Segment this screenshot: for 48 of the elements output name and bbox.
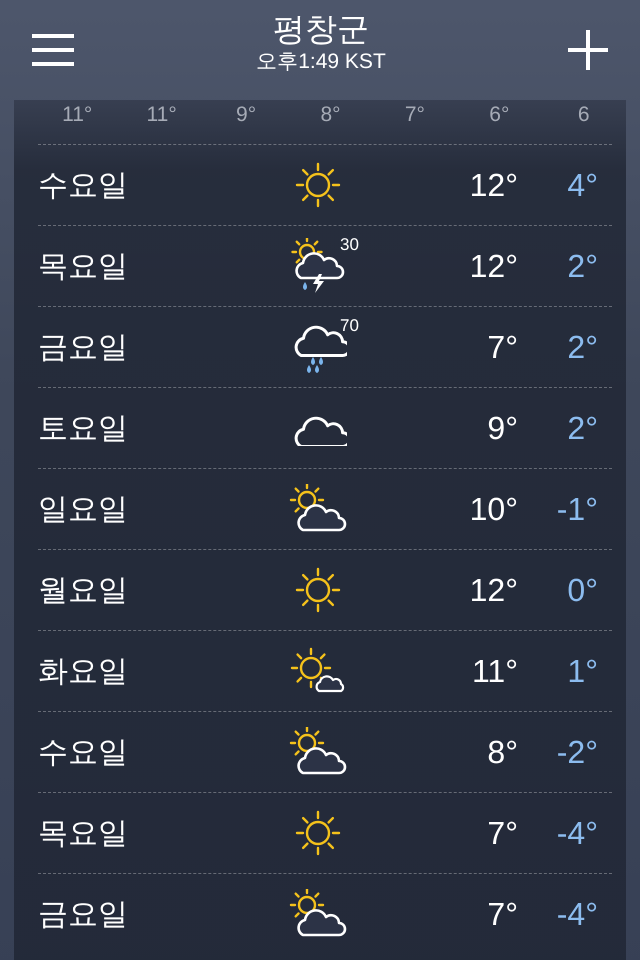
local-time: 오후1:49 KST: [256, 49, 386, 75]
menu-icon: [32, 33, 74, 67]
high-temperature: 7°: [486, 896, 518, 932]
low-temperature: -1°: [556, 490, 598, 528]
hourly-temperature: 11°: [61, 103, 94, 127]
day-name: 일요일: [38, 490, 129, 528]
high-temperature: 9°: [486, 410, 518, 446]
day-name: 금요일: [38, 328, 129, 366]
low-temperature: 2°: [566, 248, 598, 284]
high-temperature: 12°: [468, 166, 518, 204]
hourly-temperature: 8°: [319, 103, 342, 127]
sun-cloud-icon: [289, 727, 347, 777]
day-name: 금요일: [38, 896, 129, 934]
day-name: 화요일: [38, 652, 129, 690]
low-temperature: -2°: [556, 734, 598, 770]
day-name: 토요일: [38, 410, 129, 448]
hourly-temperature: 9°: [235, 103, 258, 127]
high-temperature: 12°: [468, 248, 518, 284]
high-temperature: 7°: [486, 328, 518, 366]
hourly-temperature: 7°: [404, 103, 426, 127]
hourly-temperature: 6°: [488, 103, 510, 127]
precipitation-chance: 70: [340, 316, 359, 336]
menu-button[interactable]: [32, 33, 74, 67]
high-temperature: 12°: [468, 572, 518, 608]
day-name: 월요일: [38, 572, 129, 610]
day-name: 수요일: [38, 734, 129, 772]
low-temperature: -4°: [556, 814, 598, 852]
low-temperature: -4°: [556, 896, 598, 932]
precipitation-chance: 30: [340, 235, 359, 255]
low-temperature: 4°: [566, 166, 598, 204]
day-name: 목요일: [38, 814, 129, 852]
low-temperature: 0°: [566, 572, 598, 608]
high-temperature: 10°: [468, 490, 518, 528]
hourly-temperature: 11°: [146, 103, 178, 127]
low-temperature: 2°: [566, 410, 598, 446]
low-temperature: 1°: [566, 652, 598, 690]
city-name: 평창군: [273, 9, 369, 49]
day-name: 수요일: [38, 166, 129, 204]
sun-cloud-icon: [289, 889, 347, 939]
high-temperature: 11°: [470, 652, 518, 690]
high-temperature: 8°: [486, 734, 518, 770]
low-temperature: 2°: [566, 328, 598, 366]
sun-cloud-icon: [289, 484, 347, 534]
add-button[interactable]: [568, 30, 608, 70]
high-temperature: 7°: [486, 814, 518, 852]
plus-icon: [568, 30, 608, 70]
hourly-temperature: 6: [576, 103, 591, 127]
day-name: 목요일: [38, 248, 129, 286]
